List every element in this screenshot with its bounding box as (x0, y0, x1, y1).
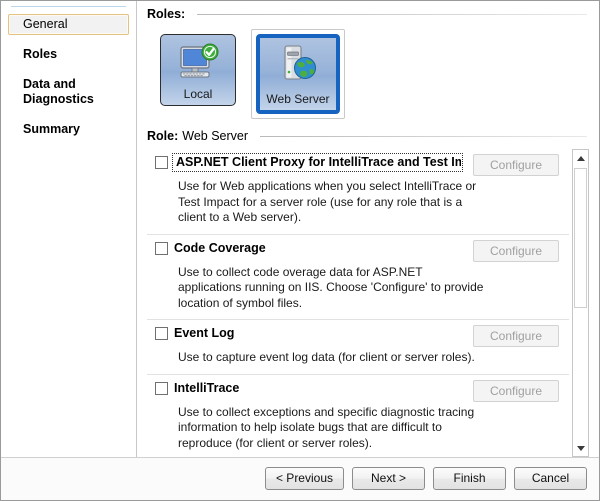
configure-button[interactable]: Configure (473, 154, 559, 176)
previous-button[interactable]: < Previous (264, 467, 344, 490)
sidebar-item-data-and-diagnostics-label: Data and Diagnostics (23, 77, 94, 106)
sidebar-item-general[interactable]: General (8, 14, 129, 35)
list-item[interactable]: Code Coverage Configure Use to collect c… (147, 235, 569, 320)
checkbox-asp-net-client-proxy[interactable] (155, 156, 168, 169)
role-detail-header-rule (260, 136, 587, 137)
finish-button[interactable]: Finish (433, 467, 506, 490)
vertical-scrollbar[interactable] (572, 149, 589, 457)
list-item[interactable]: IntelliTrace Configure Use to collect ex… (147, 375, 569, 458)
wizard-dialog: General Roles Data and Diagnostics Summa… (0, 0, 600, 501)
dialog-body: General Roles Data and Diagnostics Summa… (1, 1, 599, 457)
list-item-title: Code Coverage (174, 240, 266, 255)
sidebar-item-summary-label: Summary (23, 122, 80, 136)
list-item-description: Use for Web applications when you select… (178, 179, 477, 224)
role-tile-web-server-label: Web Server (266, 92, 330, 106)
scroll-down-button[interactable] (573, 440, 588, 456)
sidebar-item-data-and-diagnostics[interactable]: Data and Diagnostics (8, 74, 129, 110)
list-item-title: IntelliTrace (174, 380, 240, 395)
dialog-footer: < Previous Next > Finish Cancel (1, 457, 599, 500)
list-item-header: Event Log Configure (155, 325, 559, 347)
wizard-sidebar: General Roles Data and Diagnostics Summa… (1, 1, 137, 457)
sidebar-item-roles[interactable]: Roles (8, 44, 129, 65)
list-item[interactable]: Event Log Configure Use to capture event… (147, 320, 569, 375)
scroll-down-arrow-icon (576, 445, 585, 451)
list-item-description: Use to capture event log data (for clien… (178, 350, 475, 364)
scroll-up-button[interactable] (573, 150, 588, 166)
wizard-step-list: General Roles Data and Diagnostics Summa… (1, 7, 136, 140)
checkbox-intellitrace[interactable] (155, 381, 168, 395)
role-tile-local[interactable]: Local (155, 29, 241, 111)
list-item-title: Event Log (174, 326, 235, 340)
monitor-check-icon (161, 41, 235, 85)
list-item-title: ASP.NET Client Proxy for IntelliTrace an… (172, 153, 463, 172)
checkbox-event-log[interactable] (155, 327, 168, 340)
role-tile-group: Local Web Server (137, 21, 599, 119)
list-item-header: Code Coverage Configure (155, 239, 559, 262)
list-item-description: Use to collect exceptions and specific d… (178, 404, 475, 450)
checkbox-code-coverage[interactable] (155, 241, 168, 255)
configure-button[interactable]: Configure (473, 325, 559, 347)
sidebar-item-general-label: General (23, 17, 68, 31)
sidebar-item-summary[interactable]: Summary (8, 119, 129, 140)
configure-button[interactable]: Configure (473, 239, 559, 262)
scrollbar-track[interactable] (573, 166, 588, 440)
list-item[interactable]: ASP.NET Client Proxy for IntelliTrace an… (147, 149, 569, 235)
scrollbar-thumb[interactable] (574, 168, 587, 308)
scroll-up-arrow-icon (576, 155, 585, 161)
roles-header-rule (197, 14, 587, 15)
list-item-header: IntelliTrace Configure (155, 379, 559, 402)
list-item-header: ASP.NET Client Proxy for IntelliTrace an… (155, 153, 559, 176)
diagnostics-list: ASP.NET Client Proxy for IntelliTrace an… (147, 149, 569, 457)
role-tile-local-surface: Local (160, 34, 236, 106)
list-item-description: Use to collect code overage data for ASP… (178, 264, 484, 310)
roles-header-label: Roles: (147, 7, 186, 21)
roles-section-header: Roles: (137, 1, 599, 21)
sidebar-item-roles-label: Roles (23, 47, 58, 61)
next-button[interactable]: Next > (352, 467, 425, 490)
role-tile-web-server-surface: Web Server (256, 34, 340, 114)
wizard-content-pane: Roles: Local Web Server Role: Web Server… (137, 1, 599, 457)
cancel-button[interactable]: Cancel (514, 467, 587, 490)
role-tile-web-server[interactable]: Web Server (251, 29, 345, 119)
role-detail-header-value: Web Server (182, 129, 249, 143)
role-tile-local-label: Local (183, 87, 213, 101)
server-globe-icon (260, 42, 336, 86)
configure-button[interactable]: Configure (473, 379, 559, 402)
diagnostics-list-panel: ASP.NET Client Proxy for IntelliTrace an… (147, 149, 589, 457)
role-detail-header: Role: Web Server (137, 119, 599, 143)
role-detail-header-label: Role: (147, 129, 179, 143)
